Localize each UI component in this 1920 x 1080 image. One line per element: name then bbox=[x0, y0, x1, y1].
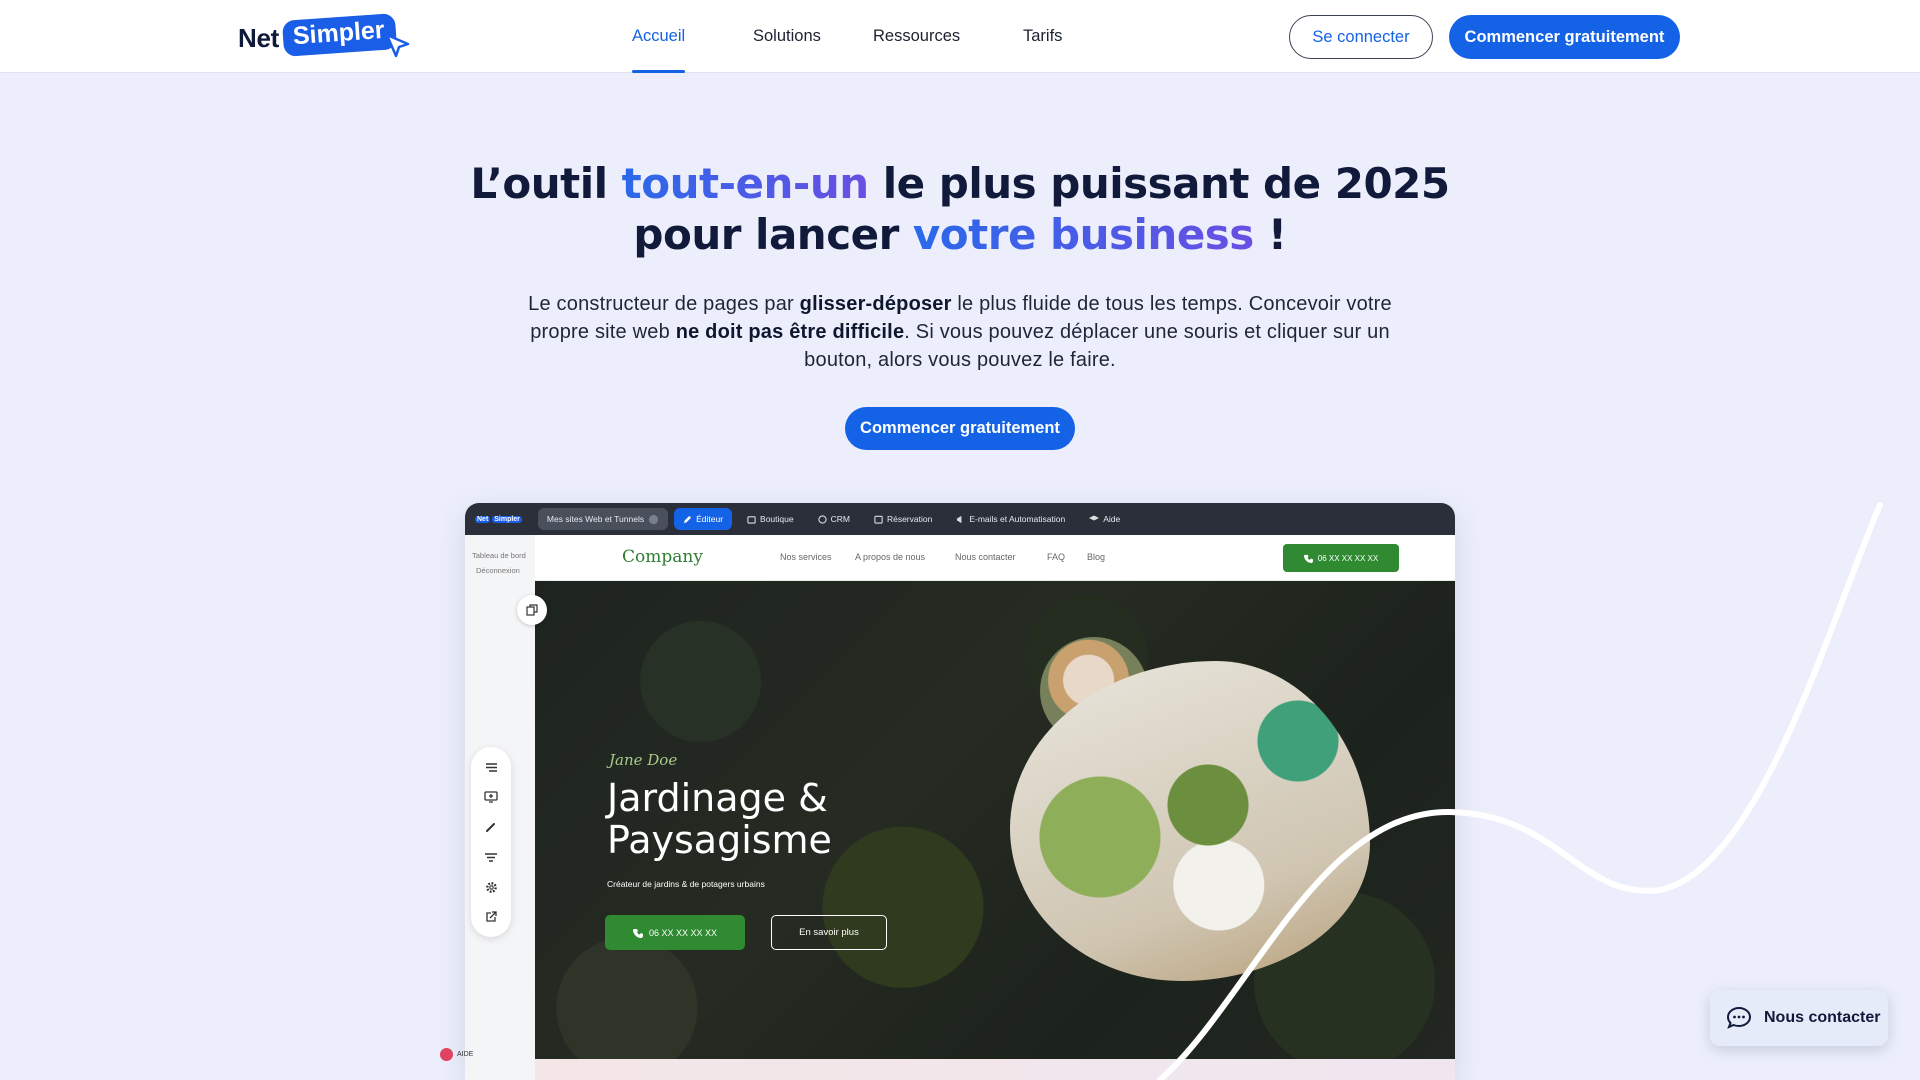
active-indicator bbox=[632, 70, 685, 73]
hero-title-part: ! bbox=[1253, 210, 1287, 259]
editor-logo-a: Net bbox=[475, 515, 491, 523]
brush-tool[interactable] bbox=[481, 817, 501, 837]
toolbar-label: CRM bbox=[830, 514, 850, 524]
phone-icon bbox=[1303, 554, 1313, 563]
preview-nav-about[interactable]: A propos de nous bbox=[855, 552, 925, 562]
hero-start-free-button[interactable]: Commencer gratuitement bbox=[845, 407, 1075, 450]
start-free-button[interactable]: Commencer gratuitement bbox=[1449, 15, 1680, 59]
menu-item-solutions[interactable]: Solutions bbox=[753, 27, 821, 46]
toolbar-label: Éditeur bbox=[696, 514, 724, 524]
preview-author-name: Jane Doe bbox=[609, 751, 678, 769]
preview-nav-services[interactable]: Nos services bbox=[780, 552, 832, 562]
megaphone-icon bbox=[957, 515, 962, 523]
lines-icon bbox=[485, 762, 497, 772]
dashboard-link[interactable]: Tableau de bord bbox=[472, 551, 526, 560]
help-icon bbox=[440, 1048, 453, 1061]
preview-title-line: Jardinage & bbox=[607, 776, 828, 820]
hero-subtitle-bold: ne doit pas être difficile bbox=[675, 321, 905, 343]
top-navbar: Net Simpler Accueil Solutions Ressources… bbox=[0, 0, 1920, 73]
toolbar-booking[interactable]: Réservation bbox=[865, 508, 941, 530]
menu-item-ressources[interactable]: Ressources bbox=[873, 27, 960, 46]
toolbar-editor[interactable]: Éditeur bbox=[674, 508, 733, 530]
toolbar-help[interactable]: Aide bbox=[1080, 508, 1129, 530]
preview-company-logo[interactable]: Company bbox=[622, 547, 703, 567]
toolbar-label: Aide bbox=[1103, 514, 1121, 524]
editor-mockup: Net Simpler Mes sites Web et Tunnels Édi… bbox=[440, 500, 1478, 1080]
help-label: AIDE bbox=[457, 1051, 474, 1058]
editor-left-panel: Tableau de bord Déconnexion bbox=[465, 535, 547, 1080]
editor-tools-palette bbox=[471, 747, 511, 937]
preview-phone-button[interactable]: 06 XX XX XX XX bbox=[605, 915, 745, 950]
preview-header: Company Nos services A propos de nous No… bbox=[535, 535, 1455, 581]
crm-icon bbox=[817, 514, 827, 524]
preview-learn-more-button[interactable]: En savoir plus bbox=[771, 915, 887, 950]
preview-hero-title: Jardinage & Paysagisme bbox=[607, 777, 937, 861]
preview-hero-subtitle: Créateur de jardins & de potagers urbain… bbox=[607, 879, 765, 889]
hero-subtitle-bold: glisser-déposer bbox=[799, 293, 952, 315]
logout-link[interactable]: Déconnexion bbox=[476, 566, 520, 575]
external-link-icon bbox=[486, 911, 497, 922]
gear-icon bbox=[485, 881, 497, 893]
contact-widget-label: Nous contacter bbox=[1764, 1009, 1881, 1026]
add-screen-icon bbox=[484, 791, 498, 803]
toolbar-emails[interactable]: E-mails et Automatisation bbox=[947, 508, 1074, 530]
preview-header-phone-button[interactable]: 06 XX XX XX XX bbox=[1283, 544, 1399, 572]
calendar-icon bbox=[874, 515, 883, 524]
hero-subtitle: Le constructeur de pages par glisser-dép… bbox=[510, 290, 1410, 374]
graduation-cap-icon bbox=[1089, 515, 1100, 520]
editor-logo-b: Simpler bbox=[492, 515, 522, 523]
login-button[interactable]: Se connecter bbox=[1289, 15, 1433, 59]
pencil-icon bbox=[683, 515, 692, 523]
hero-title-highlight-1: tout-en-un bbox=[621, 159, 869, 208]
hero-title-part: L’outil bbox=[470, 159, 622, 208]
contact-widget-button[interactable]: Nous contacter bbox=[1710, 990, 1888, 1046]
settings-tool[interactable] bbox=[481, 877, 501, 897]
toolbar-shop[interactable]: Boutique bbox=[738, 508, 803, 530]
preview-hero: Jane Doe Jardinage & Paysagisme Créateur… bbox=[535, 581, 1455, 1080]
toolbar-label: E-mails et Automatisation bbox=[969, 514, 1066, 524]
toolbar-label: Boutique bbox=[760, 514, 794, 524]
hero-title-highlight-2: votre business bbox=[912, 210, 1254, 259]
brush-icon bbox=[486, 823, 495, 832]
chat-bubble-icon bbox=[1726, 1006, 1752, 1029]
toolbar-label: Réservation bbox=[886, 514, 933, 524]
menu-item-accueil[interactable]: Accueil bbox=[632, 27, 685, 46]
phone-icon bbox=[632, 928, 643, 938]
shop-icon bbox=[747, 515, 756, 524]
editor-logo: Net Simpler bbox=[475, 515, 522, 523]
website-preview: Company Nos services A propos de nous No… bbox=[535, 535, 1455, 1080]
filter-icon bbox=[485, 852, 497, 862]
menu-item-tarifs[interactable]: Tarifs bbox=[1023, 27, 1062, 46]
preview-phone-label: 06 XX XX XX XX bbox=[1317, 553, 1379, 563]
editor-frame: Net Simpler Mes sites Web et Tunnels Édi… bbox=[465, 503, 1455, 1080]
toolbar-crm[interactable]: CRM bbox=[809, 508, 859, 530]
add-block-tool[interactable] bbox=[481, 787, 501, 807]
help-button[interactable]: AIDE bbox=[440, 1048, 473, 1061]
preview-bottom-fade bbox=[535, 1059, 1455, 1080]
preview-nav-faq[interactable]: FAQ bbox=[1047, 552, 1065, 562]
copy-icon bbox=[526, 604, 538, 616]
duplicate-button[interactable] bbox=[517, 595, 547, 625]
filter-tool[interactable] bbox=[481, 847, 501, 867]
editor-toolbar: Net Simpler Mes sites Web et Tunnels Édi… bbox=[465, 503, 1455, 535]
hero-subtitle-part: Le constructeur de pages par bbox=[528, 293, 800, 315]
toolbar-sites[interactable]: Mes sites Web et Tunnels bbox=[537, 508, 669, 530]
hero-title: L’outil tout-en-un le plus puissant de 2… bbox=[460, 158, 1460, 260]
open-external-tool[interactable] bbox=[481, 907, 501, 927]
preview-nav-blog[interactable]: Blog bbox=[1087, 552, 1105, 562]
preview-nav-contact[interactable]: Nous contacter bbox=[955, 552, 1016, 562]
toolbar-label: Mes sites Web et Tunnels bbox=[546, 514, 645, 524]
refresh-icon bbox=[649, 514, 659, 524]
preview-phone-button-label: 06 XX XX XX XX bbox=[648, 927, 718, 938]
preview-title-line: Paysagisme bbox=[607, 818, 832, 862]
sections-tool[interactable] bbox=[481, 757, 501, 777]
